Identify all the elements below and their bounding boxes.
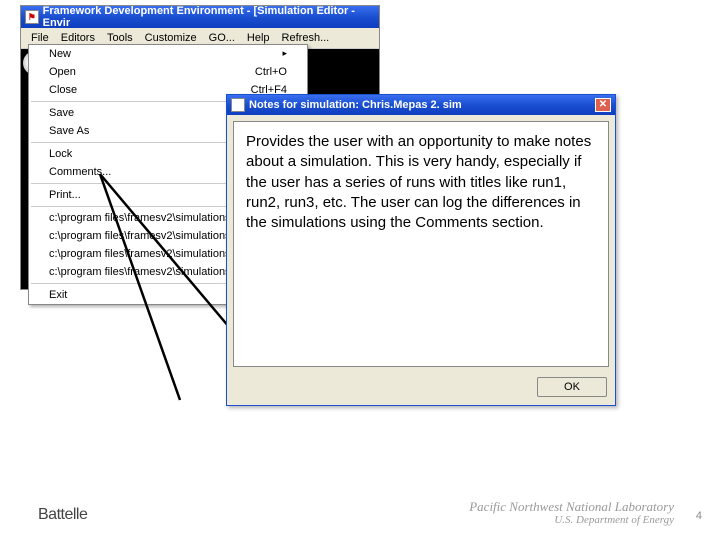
brand-pnnl: Pacific Northwest National Laboratory U.… — [469, 500, 674, 526]
menu-item-label: Print... — [49, 189, 81, 201]
notes-title: Notes for simulation: Chris.Mepas 2. sim — [249, 99, 462, 111]
menu-item-label: Comments... — [49, 166, 111, 178]
menu-item-new[interactable]: New — [29, 45, 307, 63]
notes-textarea[interactable]: Provides the user with an opportunity to… — [233, 121, 609, 367]
menu-item-label: New — [49, 48, 71, 60]
app-title: Framework Development Environment - [Sim… — [43, 5, 375, 29]
notes-footer: OK — [227, 373, 615, 405]
brand-battelle: Battelle — [38, 506, 87, 524]
close-button[interactable]: ✕ — [595, 98, 611, 112]
menu-item-label: Lock — [49, 148, 72, 160]
menu-item-label: Save — [49, 107, 74, 119]
menu-item-label: Exit — [49, 289, 67, 301]
brand-line1: Pacific Northwest National Laboratory — [469, 500, 674, 514]
slide-number: 4 — [696, 510, 702, 522]
menu-item-label: Close — [49, 84, 77, 96]
app-icon: ⚑ — [25, 10, 39, 24]
menu-item-label: Open — [49, 66, 76, 78]
shortcut: Ctrl+O — [255, 66, 287, 78]
menu-item-label: Save As — [49, 125, 89, 137]
notes-icon — [231, 98, 245, 112]
app-titlebar: ⚑ Framework Development Environment - [S… — [21, 6, 379, 28]
ok-button[interactable]: OK — [537, 377, 607, 397]
brand-line2: U.S. Department of Energy — [469, 514, 674, 526]
menu-item-open[interactable]: Open Ctrl+O — [29, 63, 307, 81]
notes-dialog: Notes for simulation: Chris.Mepas 2. sim… — [226, 94, 616, 406]
notes-titlebar: Notes for simulation: Chris.Mepas 2. sim… — [227, 95, 615, 115]
